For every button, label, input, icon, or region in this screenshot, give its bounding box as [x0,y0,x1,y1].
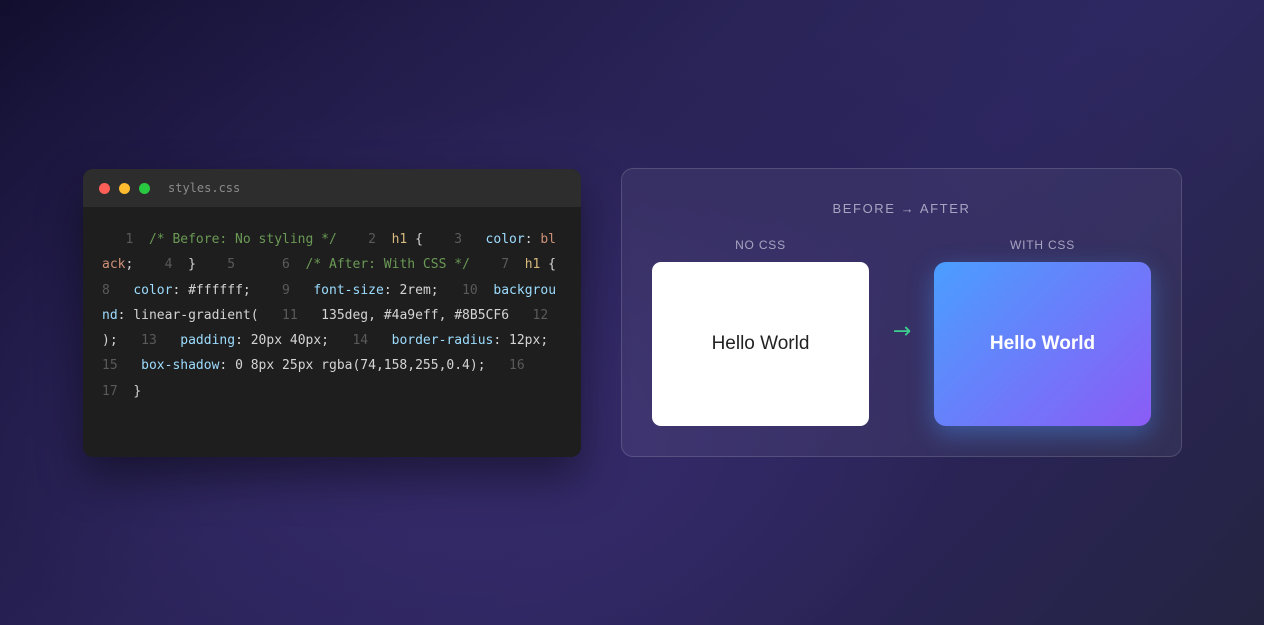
line-number: 10 [438,282,494,298]
code-text: : 12px; [493,333,549,349]
code-comment: /* After: With CSS */ [305,257,470,273]
code-selector: h1 [391,232,408,247]
line-number: 2 [336,232,392,247]
code-editor-window: styles.css 1 /* Before: No styling */ 2 … [83,169,581,457]
code-property: color [133,282,173,298]
code-property: padding [180,333,236,349]
close-window-button[interactable] [99,182,110,194]
code-text: { [540,257,557,273]
line-number: 16 [485,358,549,374]
line-number: 14 [329,333,392,349]
code-text: { [407,232,423,247]
unstyled-heading-preview: Hello World [652,262,869,426]
after-label: WITH CSS [1009,238,1076,252]
code-text: } [133,383,142,399]
code-property: border-radius [391,333,494,349]
code-text: #8B5CF6 [446,307,510,323]
code-comment: /* Before: No styling */ [148,232,337,247]
line-number: 6 [258,257,306,273]
code-text: ); [102,333,118,349]
preview-panel: BEFORE → AFTER NO CSS WITH CSS Hello Wor… [621,168,1182,457]
code-text: : 0 8px 25px rgba(74,158,255,0.4); [219,358,486,374]
styled-heading-preview: Hello World [934,262,1151,426]
code-text: : #ffffff; [172,282,251,298]
line-number: 7 [469,257,525,273]
code-property: color [485,232,525,247]
code-property: box-shadow [141,358,220,374]
code-text: : 2rem; [383,282,439,298]
minimize-window-button[interactable] [119,182,130,194]
line-number: 13 [117,333,181,349]
before-label: NO CSS [735,238,786,252]
styled-heading-text: Hello World [989,333,1096,354]
code-selector: h1 [524,257,541,273]
code-text: : 20px 40px; [235,333,329,349]
preview-title: BEFORE → AFTER [832,201,971,216]
arrow-right-icon: → [892,319,912,344]
line-number: 9 [250,282,314,298]
code-content[interactable]: 1 /* Before: No styling */ 2 h1 { 3 colo… [83,207,581,404]
line-number: 12 [509,307,572,323]
line-number: 3 [422,232,486,247]
maximize-window-button[interactable] [139,182,150,194]
line-number: 1 [102,232,149,247]
code-property: font-size [313,282,384,298]
editor-titlebar: styles.css [83,169,581,207]
code-text: 135deg, #4a9eff, [321,307,447,323]
unstyled-heading-text: Hello World [711,333,810,354]
code-text: } [188,257,196,273]
code-text: : [524,232,541,247]
code-text: : linear-gradient( [117,307,259,323]
line-number: 11 [258,307,322,323]
editor-filename: styles.css [168,181,241,195]
line-number: 4 [133,257,189,273]
line-number: 5 [195,257,259,273]
